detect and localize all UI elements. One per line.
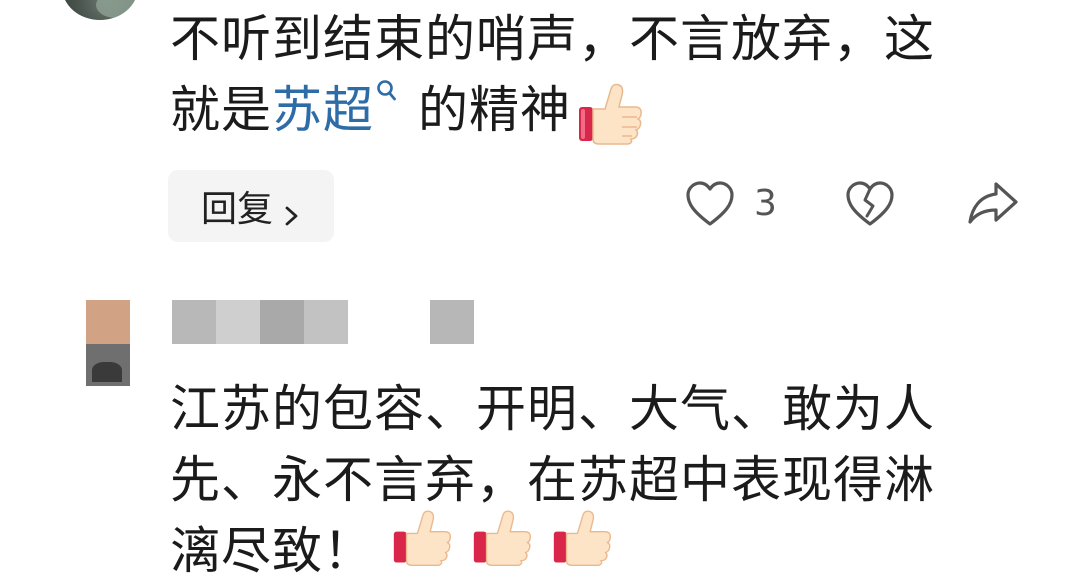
thumbs-up-emoji [392,508,452,568]
chevron-right-icon [283,195,301,226]
thumbs-up-emoji [552,508,612,568]
like-count: 3 [754,183,777,224]
comment-line-2: 先、永不言弃，在苏超中表现得淋 [170,451,935,509]
comment-line-2-prefix: 就是 [170,81,272,139]
heart-outline-icon[interactable] [684,180,736,228]
broken-heart-icon[interactable] [844,180,896,228]
comment-line-1: 不听到结束的哨声，不言放弃，这 [170,10,935,68]
comment-line-2: 就是苏超 的精神 [170,75,1030,146]
emoji-row [392,508,632,566]
avatar[interactable] [62,0,138,20]
username-blurred[interactable]: ■■■■■ ■ [172,300,474,344]
thumbs-up-emoji [472,508,532,568]
topic-link[interactable]: 苏超 [272,81,374,139]
share-arrow-icon[interactable] [966,178,1020,228]
thumbs-up-emoji [577,83,643,145]
comment-text: 不听到结束的哨声，不言放弃，这 就是苏超 的精神 [170,4,1030,146]
search-link-icon[interactable] [374,75,400,115]
comment-line-2-suffix: 的精神 [418,81,571,139]
comment-line-1: 江苏的包容、开明、大气、敢为人 [170,380,935,438]
reply-button[interactable]: 回复 [168,170,334,242]
avatar[interactable] [86,300,130,386]
reply-label: 回复 [200,189,273,230]
